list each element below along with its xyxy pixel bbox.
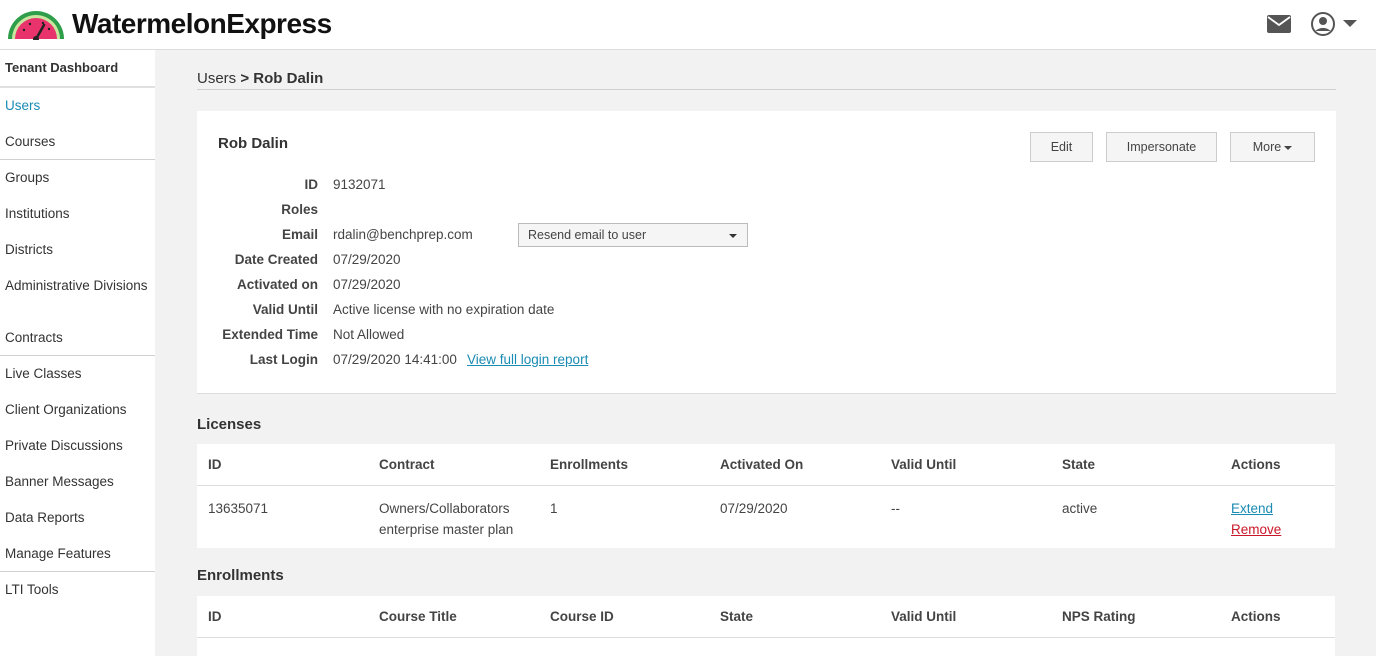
messages-button[interactable] — [1266, 14, 1292, 34]
column-header: Valid Until — [891, 609, 957, 624]
sidebar-item-live-classes[interactable]: Live Classes — [0, 356, 155, 392]
edit-button[interactable]: Edit — [1030, 132, 1093, 162]
watermelon-gauge-logo-icon — [8, 11, 64, 40]
field-label: Email — [281, 227, 318, 242]
field-value: 07/29/2020 — [333, 252, 401, 267]
breadcrumb-current: Rob Dalin — [253, 70, 324, 87]
column-header: Actions — [1231, 457, 1281, 472]
table-row: 13635071 Owners/Collaborators enterprise… — [197, 486, 1335, 548]
column-header: Contract — [379, 457, 435, 472]
license-activated-on: 07/29/2020 — [720, 501, 788, 516]
field-label: Extended Time — [222, 327, 318, 342]
field-label: Valid Until — [252, 302, 318, 317]
resend-email-label: Resend email to user — [528, 228, 647, 242]
field-label: Last Login — [249, 352, 318, 367]
table-header: ID Course Title Course ID State Valid Un… — [197, 596, 1335, 638]
field-last-login: Last Login 07/29/2020 14:41:00 View full… — [197, 349, 1336, 371]
caret-down-icon — [1284, 145, 1293, 150]
breadcrumb-separator: > — [236, 70, 254, 87]
license-valid-until: -- — [891, 501, 900, 516]
sidebar-title: Tenant Dashboard — [0, 50, 155, 88]
licenses-table: ID Contract Enrollments Activated On Val… — [197, 444, 1335, 548]
sidebar-item-client-organizations[interactable]: Client Organizations — [0, 392, 155, 428]
remove-license-link[interactable]: Remove — [1231, 519, 1281, 540]
field-value: rdalin@benchprep.com — [333, 227, 473, 242]
breadcrumb: Users > Rob Dalin — [197, 70, 1336, 90]
column-header: State — [1062, 457, 1096, 472]
field-value: 07/29/2020 — [333, 277, 401, 292]
column-header: Course Title — [379, 609, 457, 624]
enrollments-heading: Enrollments — [197, 567, 284, 584]
field-extended-time: Extended Time Not Allowed — [197, 324, 1336, 346]
field-label: Activated on — [236, 277, 318, 292]
field-value: 9132071 — [333, 177, 386, 192]
field-label: Roles — [281, 202, 318, 217]
brand-name: WatermelonExpress — [72, 8, 332, 39]
field-roles: Roles — [197, 199, 1336, 221]
licenses-heading: Licenses — [197, 416, 262, 433]
sidebar-item-lti-tools[interactable]: LTI Tools — [0, 572, 155, 608]
column-header: NPS Rating — [1062, 609, 1136, 624]
license-contract: Owners/Collaborators enterprise master p… — [379, 498, 513, 540]
column-header: State — [720, 609, 754, 624]
user-circle-icon — [1311, 12, 1335, 36]
column-header: Valid Until — [891, 457, 957, 472]
resend-email-select[interactable]: Resend email to user — [518, 223, 748, 247]
enrollments-table: ID Course Title Course ID State Valid Un… — [197, 596, 1335, 656]
view-login-report-link[interactable]: View full login report — [467, 349, 588, 371]
field-id: ID 9132071 — [197, 174, 1336, 196]
field-label: Date Created — [234, 252, 318, 267]
field-value: Active license with no expiration date — [333, 302, 555, 317]
user-menu-button[interactable] — [1310, 11, 1360, 37]
field-label: ID — [304, 177, 319, 192]
column-header: ID — [208, 457, 222, 472]
sidebar: Tenant Dashboard Users Courses Groups In… — [0, 50, 155, 656]
impersonate-button[interactable]: Impersonate — [1106, 132, 1217, 162]
sidebar-item-institutions[interactable]: Institutions — [0, 196, 155, 232]
top-navbar: WatermelonExpress — [0, 0, 1376, 50]
sidebar-item-manage-features[interactable]: Manage Features — [0, 536, 155, 572]
sidebar-item-banner-messages[interactable]: Banner Messages — [0, 464, 155, 500]
more-dropdown-button[interactable]: More — [1230, 132, 1315, 162]
contract-line: enterprise master plan — [379, 522, 514, 537]
column-header: ID — [208, 609, 222, 624]
sidebar-item-data-reports[interactable]: Data Reports — [0, 500, 155, 536]
caret-down-icon — [729, 234, 737, 238]
field-valid-until: Valid Until Active license with no expir… — [197, 299, 1336, 321]
column-header: Actions — [1231, 609, 1281, 624]
column-header: Activated On — [720, 457, 804, 472]
sidebar-item-private-discussions[interactable]: Private Discussions — [0, 428, 155, 464]
field-value: 07/29/2020 14:41:00 — [333, 352, 457, 367]
field-date-created: Date Created 07/29/2020 — [197, 249, 1336, 271]
table-header: ID Contract Enrollments Activated On Val… — [197, 444, 1335, 486]
license-id: 13635071 — [208, 501, 269, 516]
sidebar-item-groups[interactable]: Groups — [0, 160, 155, 196]
field-value: Not Allowed — [333, 327, 405, 342]
column-header: Enrollments — [550, 457, 629, 472]
sidebar-item-districts[interactable]: Districts — [0, 232, 155, 268]
column-header: Course ID — [550, 609, 614, 624]
field-activated-on: Activated on 07/29/2020 — [197, 274, 1336, 296]
mail-icon — [1267, 15, 1291, 33]
field-email: Email rdalin@benchprep.com — [197, 224, 1336, 246]
license-enrollments: 1 — [550, 501, 558, 516]
contract-line: Owners/Collaborators — [379, 501, 510, 516]
license-actions: Extend Remove — [1231, 498, 1281, 540]
user-details-card: Rob Dalin Edit Impersonate More ID 91320… — [197, 111, 1336, 394]
sidebar-item-contracts[interactable]: Contracts — [0, 320, 155, 356]
sidebar-item-users[interactable]: Users — [0, 88, 155, 124]
extend-license-link[interactable]: Extend — [1231, 498, 1281, 519]
sidebar-item-administrative-divisions[interactable]: Administrative Divisions — [0, 268, 155, 320]
breadcrumb-users-link[interactable]: Users — [197, 70, 236, 87]
user-name-heading: Rob Dalin — [218, 135, 288, 152]
license-state: active — [1062, 501, 1098, 516]
brand-logo[interactable]: WatermelonExpress — [6, 6, 332, 42]
caret-down-icon — [1343, 20, 1357, 27]
sidebar-item-courses[interactable]: Courses — [0, 124, 155, 160]
more-label: More — [1252, 140, 1282, 154]
